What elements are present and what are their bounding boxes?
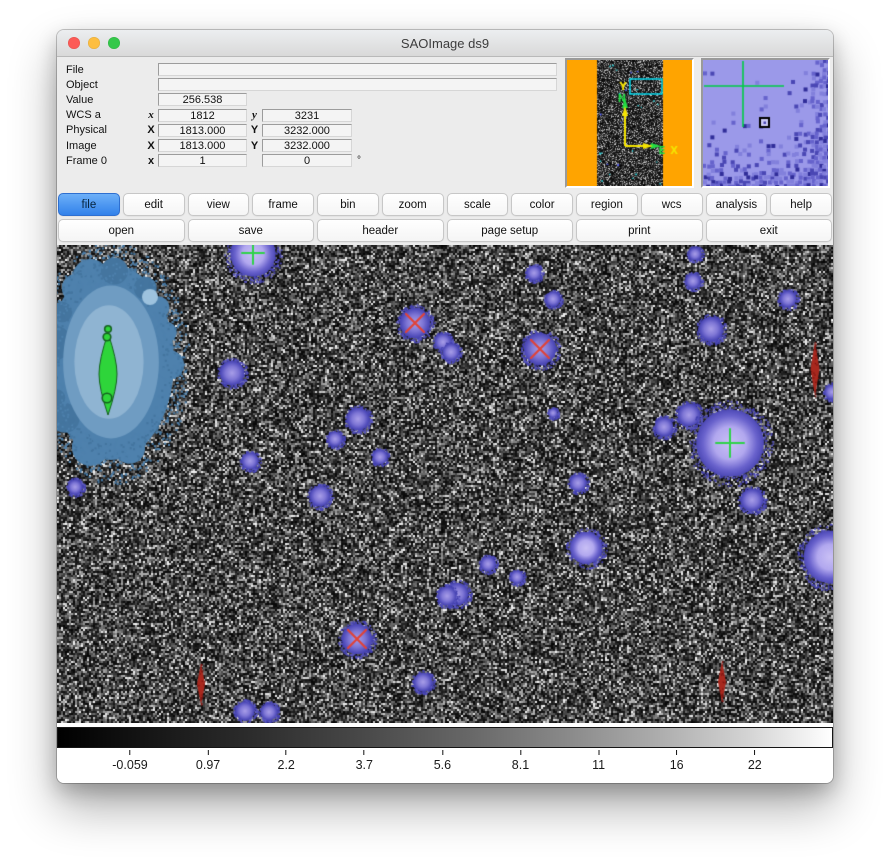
image-y-field: 3232.000 [262,139,352,152]
tick-mark [129,750,130,755]
tick-mark [442,750,443,755]
menu-button-file[interactable]: file [58,193,120,216]
tick-label: -0.059 [112,758,147,772]
physical-y-field: 3232.000 [262,124,352,137]
traffic-lights [68,37,120,49]
physical-x-sublabel: X [144,124,158,136]
wcs-row: WCS a x 1812 y 3231 [57,108,557,123]
action-button-open[interactable]: open [58,219,185,242]
frame-rotate-field: 0 [262,154,352,167]
physical-x-field: 1813.000 [158,124,247,137]
colorbar-tick--0.059: -0.059 [112,750,147,772]
tick-mark [754,750,755,755]
menu-button-bin[interactable]: bin [317,193,379,216]
panner-canvas[interactable] [567,60,692,186]
file-row: File [57,62,557,77]
image-row: Image X 1813.000 Y 3232.000 [57,138,557,153]
file-action-row: opensaveheaderpage setupprintexit [57,219,833,242]
file-field [158,63,557,76]
tick-label: 11 [592,758,605,772]
action-button-save[interactable]: save [188,219,315,242]
menu-button-frame[interactable]: frame [252,193,314,216]
tick-mark [520,750,521,755]
colorbar-tick-8.1: 8.1 [512,750,529,772]
file-label: File [57,64,144,76]
tick-label: 3.7 [356,758,373,772]
colorbar: -0.059 0.97 2.2 3.7 5.6 8.1 11 16 22 [57,723,833,783]
frame-zoom-field: 1 [158,154,247,167]
image-x-field: 1813.000 [158,139,247,152]
action-button-page-setup[interactable]: page setup [447,219,574,242]
colorbar-tick-22: 22 [748,750,762,772]
minimize-button[interactable] [88,37,100,49]
magnifier[interactable] [701,58,830,188]
close-button[interactable] [68,37,80,49]
wcs-y-sublabel: y [247,109,262,121]
tick-label: 5.6 [434,758,451,772]
physical-y-sublabel: Y [247,124,262,136]
degree-symbol: ° [357,155,361,166]
menu-button-scale[interactable]: scale [447,193,509,216]
action-button-exit[interactable]: exit [706,219,833,242]
ds9-window: SAOImage ds9 File Object Value 256.538 W… [57,30,833,783]
magnifier-canvas[interactable] [703,60,828,186]
colorbar-gradient[interactable] [57,727,833,748]
tick-mark [286,750,287,755]
tick-label: 0.97 [196,758,220,772]
tick-mark [208,750,209,755]
colorbar-tick-2.2: 2.2 [277,750,294,772]
frame-label: Frame 0 [57,155,144,167]
titlebar: SAOImage ds9 [57,30,833,57]
menu-button-zoom[interactable]: zoom [382,193,444,216]
menu-button-edit[interactable]: edit [123,193,185,216]
value-field: 256.538 [158,93,247,106]
image-display[interactable] [57,245,833,723]
colorbar-tick-5.6: 5.6 [434,750,451,772]
physical-row: Physical X 1813.000 Y 3232.000 [57,123,557,138]
menu-button-wcs[interactable]: wcs [641,193,703,216]
action-button-print[interactable]: print [576,219,703,242]
object-label: Object [57,79,144,91]
image-y-sublabel: Y [247,140,262,152]
action-button-header[interactable]: header [317,219,444,242]
panner[interactable] [565,58,694,188]
wcs-y-field: 3231 [262,109,352,122]
colorbar-ticks: -0.059 0.97 2.2 3.7 5.6 8.1 11 16 22 [57,748,833,783]
tick-label: 22 [748,758,762,772]
physical-label: Physical [57,124,144,136]
image-x-sublabel: X [144,140,158,152]
wcs-x-sublabel: x [144,109,158,121]
menu-button-analysis[interactable]: analysis [706,193,768,216]
wcs-label: WCS a [57,109,144,121]
maximize-button[interactable] [108,37,120,49]
colorbar-tick-0.97: 0.97 [196,750,220,772]
colorbar-tick-16: 16 [670,750,684,772]
menu-button-help[interactable]: help [770,193,832,216]
menu-button-view[interactable]: view [188,193,250,216]
menu-button-row: fileeditviewframebinzoomscalecolorregion… [57,193,833,216]
frame-x-sublabel: x [144,155,158,167]
tick-label: 16 [670,758,684,772]
object-field [158,78,557,91]
colorbar-tick-3.7: 3.7 [356,750,373,772]
coordinate-readout: File Object Value 256.538 WCS a x 1812 y… [57,62,557,168]
tick-mark [364,750,365,755]
menu-button-color[interactable]: color [511,193,573,216]
image-label: Image [57,140,144,152]
frame-row: Frame 0 x 1 0 ° [57,153,557,168]
image-display-area [57,245,833,723]
tick-label: 2.2 [277,758,294,772]
tick-mark [676,750,677,755]
tick-mark [598,750,599,755]
object-row: Object [57,77,557,92]
window-title: SAOImage ds9 [401,36,489,51]
tick-label: 8.1 [512,758,529,772]
value-label: Value [57,94,144,106]
menu-button-region[interactable]: region [576,193,638,216]
value-row: Value 256.538 [57,92,557,107]
colorbar-tick-11: 11 [592,750,605,772]
info-panel: File Object Value 256.538 WCS a x 1812 y… [57,57,833,189]
wcs-x-field: 1812 [158,109,247,122]
